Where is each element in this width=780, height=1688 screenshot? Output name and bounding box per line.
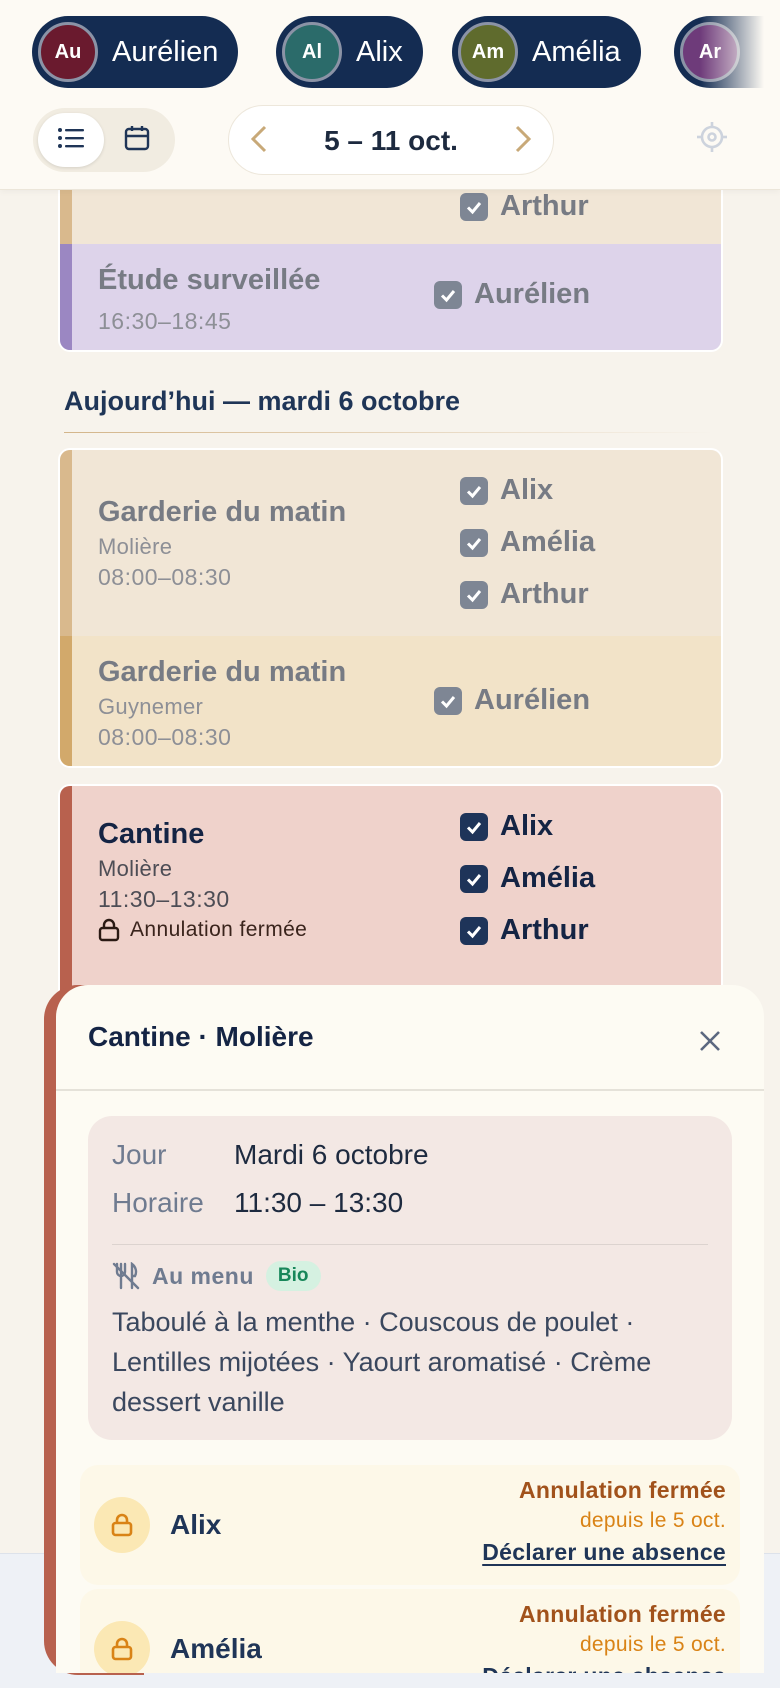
calendar-icon xyxy=(124,125,150,156)
menu-header: Au menu Bio xyxy=(112,1261,321,1291)
child-chip-label: Alix xyxy=(356,35,403,68)
kid-check-aurelien[interactable]: Aurélien xyxy=(434,278,590,311)
activity-time: 16:30–18:45 xyxy=(98,308,232,334)
chevron-right-icon xyxy=(514,124,532,159)
check-icon xyxy=(460,864,488,893)
lock-icon xyxy=(111,1513,133,1537)
chevron-left-icon xyxy=(250,124,268,159)
cancellation-status: Annulation fermée xyxy=(518,1477,726,1503)
kid-check-arthur[interactable]: Arthur xyxy=(460,190,589,223)
child-chip-alix[interactable]: Al Alix xyxy=(276,16,423,88)
list-view-button[interactable] xyxy=(38,113,104,167)
lock-notice: Annulation fermée xyxy=(98,918,307,942)
check-icon xyxy=(460,192,488,221)
garderie-guynemer-row[interactable]: Garderie du matin Guynemer 08:00–08:30 A… xyxy=(60,636,721,766)
cancellation-since: depuis le 5 oct. xyxy=(579,1509,726,1532)
lock-badge xyxy=(94,1497,150,1553)
child-status-row-alix: Alix Annulation fermée depuis le 5 oct. … xyxy=(80,1465,740,1585)
day-value: Mardi 6 octobre xyxy=(234,1139,429,1170)
avatar: Al xyxy=(282,22,342,82)
cutlery-off-icon xyxy=(112,1262,140,1290)
etude-row[interactable]: Étude surveillée 16:30–18:45 Aurélien xyxy=(60,244,721,350)
garderie-moliere-row[interactable]: Garderie du matin Molière 08:00–08:30 Al… xyxy=(60,450,721,636)
day-divider xyxy=(64,432,714,433)
activity-info-panel: Jour Mardi 6 octobre Horaire 11:30 – 13:… xyxy=(88,1116,732,1440)
view-toggle xyxy=(33,108,175,172)
activity-title: Étude surveillée xyxy=(98,264,321,296)
app-header: Au Aurélien Al Alix Am Amélia Ar 5 – 1 xyxy=(0,0,780,190)
child-name: Alix xyxy=(170,1509,222,1540)
child-chip-amelia[interactable]: Am Amélia xyxy=(452,16,641,88)
hours-value: 11:30 – 13:30 xyxy=(234,1187,404,1218)
week-navigator: 5 – 11 oct. xyxy=(228,105,554,175)
check-icon xyxy=(460,812,488,841)
hours-label: Horaire xyxy=(112,1187,204,1218)
avatar: Au xyxy=(38,22,98,82)
kid-check-arthur[interactable]: Arthur xyxy=(460,914,589,947)
schedule-card-cantine: Cantine Molière 11:30–13:30 Annulation f… xyxy=(58,784,723,1004)
calendar-view-button[interactable] xyxy=(104,113,170,167)
activity-title: Cantine xyxy=(98,818,205,850)
kid-check-amelia[interactable]: Amélia xyxy=(460,526,595,559)
activity-time: 08:00–08:30 xyxy=(98,564,232,590)
menu-text: Taboulé à la menthe · Couscous de poulet… xyxy=(112,1307,652,1417)
activity-title: Garderie du matin xyxy=(98,656,347,688)
lock-icon xyxy=(98,918,120,942)
kid-check-amelia[interactable]: Amélia xyxy=(460,862,595,895)
activity-school: Molière xyxy=(98,534,173,559)
child-name: Amélia xyxy=(170,1633,262,1664)
check-icon xyxy=(434,686,462,715)
sheet-title: Cantine · Molière xyxy=(88,1021,314,1052)
activity-detail-sheet: Cantine · Molière Jour Mardi 6 octobre H… xyxy=(56,985,764,1673)
kid-check-arthur[interactable]: Arthur xyxy=(460,578,589,611)
lock-badge xyxy=(94,1621,150,1673)
cancellation-status: Annulation fermée xyxy=(518,1601,726,1627)
schedule-card-garderie: Garderie du matin Molière 08:00–08:30 Al… xyxy=(58,448,723,768)
child-chip-label: Amélia xyxy=(532,35,621,68)
next-week-button[interactable] xyxy=(493,106,553,176)
day-label: Jour xyxy=(112,1139,167,1170)
check-icon xyxy=(460,916,488,945)
activity-school: Guynemer xyxy=(98,694,204,719)
declare-absence-link[interactable]: Déclarer une absence xyxy=(482,1663,726,1673)
week-label: 5 – 11 oct. xyxy=(324,125,458,156)
avatar: Am xyxy=(458,22,518,82)
list-icon xyxy=(57,126,85,155)
chip-scroll-fade xyxy=(700,0,780,100)
crosshair-icon xyxy=(696,121,728,158)
bio-badge: Bio xyxy=(265,1261,321,1291)
menu-label: Au menu xyxy=(152,1262,254,1289)
info-divider xyxy=(112,1244,708,1245)
locate-today-button[interactable] xyxy=(690,117,734,161)
child-chip-label: Aurélien xyxy=(112,35,219,68)
close-icon xyxy=(698,1029,722,1053)
check-icon xyxy=(460,476,488,505)
declare-absence-link[interactable]: Déclarer une absence xyxy=(482,1539,726,1566)
cancellation-since: depuis le 5 oct. xyxy=(579,1633,726,1656)
close-button[interactable] xyxy=(688,1019,732,1063)
activity-title: Garderie du matin xyxy=(98,496,347,528)
kid-check-aurelien[interactable]: Aurélien xyxy=(434,684,590,717)
kid-check-alix[interactable]: Alix xyxy=(460,474,553,507)
sheet-divider xyxy=(56,1089,764,1091)
prev-week-button[interactable] xyxy=(229,106,289,176)
check-icon xyxy=(434,280,462,309)
activity-time: 08:00–08:30 xyxy=(98,724,232,750)
lock-icon xyxy=(111,1637,133,1661)
child-chip-aurelien[interactable]: Au Aurélien xyxy=(32,16,239,88)
child-status-row-amelia: Amélia Annulation fermée depuis le 5 oct… xyxy=(80,1589,740,1673)
activity-school: Molière xyxy=(98,856,173,881)
check-icon xyxy=(460,528,488,557)
kid-check-alix[interactable]: Alix xyxy=(460,810,553,843)
activity-time: 11:30–13:30 xyxy=(98,886,230,912)
cantine-row[interactable]: Cantine Molière 11:30–13:30 Annulation f… xyxy=(60,786,721,1002)
check-icon xyxy=(460,580,488,609)
day-header: Aujourd’hui — mardi 6 octobre xyxy=(64,386,461,416)
